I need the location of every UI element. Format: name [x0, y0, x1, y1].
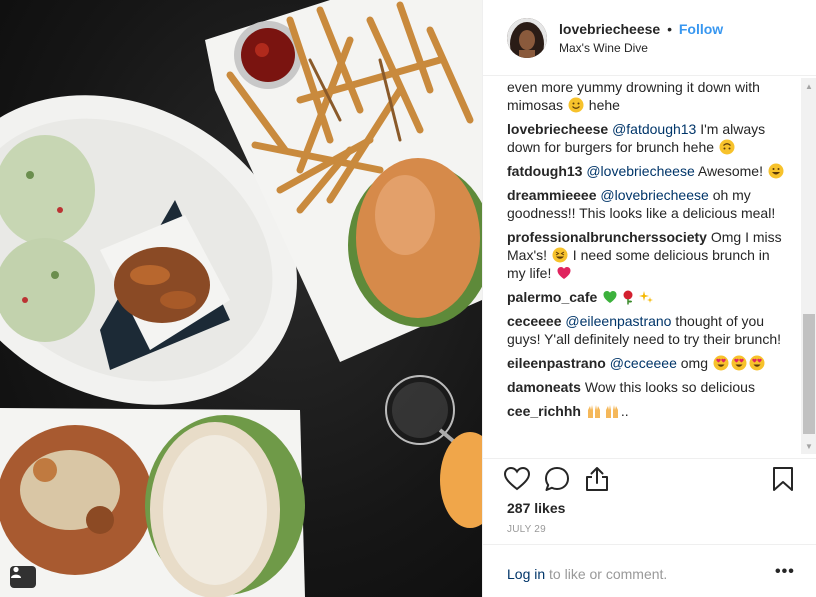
- action-bar: [483, 458, 816, 498]
- comment-username[interactable]: lovebriecheese: [507, 121, 608, 137]
- heart-eyes-emoji-icon: [749, 355, 765, 371]
- scrollbar-thumb[interactable]: [803, 314, 815, 434]
- upside-down-emoji-icon: [719, 139, 735, 155]
- raised-hands-emoji-icon: [604, 403, 620, 419]
- bookmark-icon[interactable]: [769, 465, 797, 493]
- sparkles-emoji-icon: [638, 289, 654, 305]
- avatar-image: [507, 18, 547, 58]
- green-heart-emoji-icon: [602, 289, 618, 305]
- comment-item: fatdough13 @lovebriecheese Awesome!: [507, 162, 791, 180]
- comment-item: dreammieeee @lovebriecheese oh my goodne…: [507, 186, 791, 222]
- comment-text: Wow this looks so delicious: [584, 379, 755, 395]
- comment-item: professionalbruncherssociety Omg I miss …: [507, 228, 791, 282]
- smile-emoji-icon: [568, 97, 584, 113]
- comment-text-continued: hehe: [588, 97, 620, 113]
- comment-username[interactable]: fatdough13: [507, 163, 582, 179]
- comment-username[interactable]: ceceeee: [507, 313, 562, 329]
- comment-icon[interactable]: [543, 465, 571, 493]
- separator-dot: •: [667, 21, 672, 37]
- comment-username[interactable]: palermo_cafe: [507, 289, 597, 305]
- post-side-panel: lovebriecheese • Follow Max's Wine Dive …: [482, 0, 816, 597]
- comment-username[interactable]: eileenpastrano: [507, 355, 606, 371]
- header-user-line: lovebriecheese • Follow: [559, 21, 723, 37]
- comment-item: cee_richhh ..: [507, 402, 791, 420]
- comment-mention[interactable]: @ceceeee: [610, 355, 677, 371]
- raised-hands-emoji-icon: [586, 403, 602, 419]
- comment-item: eileenpastrano @ceceeee omg: [507, 354, 791, 372]
- comment-username[interactable]: dreammieeee: [507, 187, 597, 203]
- grin-emoji-icon: [768, 163, 784, 179]
- comments-scrollbar[interactable]: ▲ ▼: [801, 78, 816, 454]
- grin-squint-emoji-icon: [552, 247, 568, 263]
- heart-icon[interactable]: [503, 465, 531, 493]
- comment-mention[interactable]: @lovebriecheese: [586, 163, 694, 179]
- scroll-down-arrow[interactable]: ▼: [801, 438, 816, 454]
- heart-eyes-emoji-icon: [731, 355, 747, 371]
- location-link[interactable]: Max's Wine Dive: [559, 41, 648, 55]
- post-header: lovebriecheese • Follow Max's Wine Dive: [483, 0, 816, 76]
- more-options-icon[interactable]: •••: [775, 563, 795, 581]
- food-photo-illustration: [0, 0, 482, 597]
- comment-mention[interactable]: @fatdough13: [612, 121, 696, 137]
- login-link[interactable]: Log in: [507, 566, 545, 582]
- login-prompt: Log in to like or comment.: [507, 566, 667, 582]
- comment-item: even more yummy drowning it down with mi…: [507, 78, 791, 114]
- comment-item: palermo_cafe: [507, 288, 791, 306]
- comment-text: ..: [620, 403, 629, 419]
- comment-mention[interactable]: @eileenpastrano: [565, 313, 671, 329]
- heart-emoji-icon: [556, 265, 572, 281]
- comment-item: ceceeee @eileenpastrano thought of you g…: [507, 312, 791, 348]
- post-username[interactable]: lovebriecheese: [559, 21, 660, 37]
- rose-emoji-icon: [620, 289, 636, 305]
- login-bar: Log in to like or comment. •••: [483, 544, 816, 597]
- comment-username[interactable]: professionalbruncherssociety: [507, 229, 707, 245]
- comment-text: Awesome!: [697, 163, 763, 179]
- post-photo[interactable]: [0, 0, 482, 597]
- scroll-up-arrow[interactable]: ▲: [801, 78, 816, 94]
- avatar[interactable]: [507, 18, 547, 58]
- comments-list[interactable]: even more yummy drowning it down with mi…: [507, 78, 791, 454]
- heart-eyes-emoji-icon: [713, 355, 729, 371]
- comment-username[interactable]: damoneats: [507, 379, 581, 395]
- comment-text: even more yummy drowning it down with mi…: [507, 79, 760, 113]
- tag-user-icon: [11, 566, 21, 578]
- comment-username[interactable]: cee_richhh: [507, 403, 581, 419]
- likes-count[interactable]: 287 likes: [507, 500, 565, 516]
- comment-text: omg: [680, 355, 708, 371]
- comment-item: damoneats Wow this looks so delicious: [507, 378, 791, 396]
- login-prompt-text: to like or comment.: [549, 566, 668, 582]
- post-date[interactable]: JULY 29: [507, 524, 546, 535]
- follow-button[interactable]: Follow: [679, 21, 723, 37]
- comment-text-continued: I need some delicious brunch in my life!: [507, 247, 770, 281]
- share-icon[interactable]: [583, 465, 611, 493]
- comment-item: lovebriecheese @fatdough13 I'm always do…: [507, 120, 791, 156]
- tagged-users-button[interactable]: [10, 566, 36, 588]
- comment-mention[interactable]: @lovebriecheese: [600, 187, 708, 203]
